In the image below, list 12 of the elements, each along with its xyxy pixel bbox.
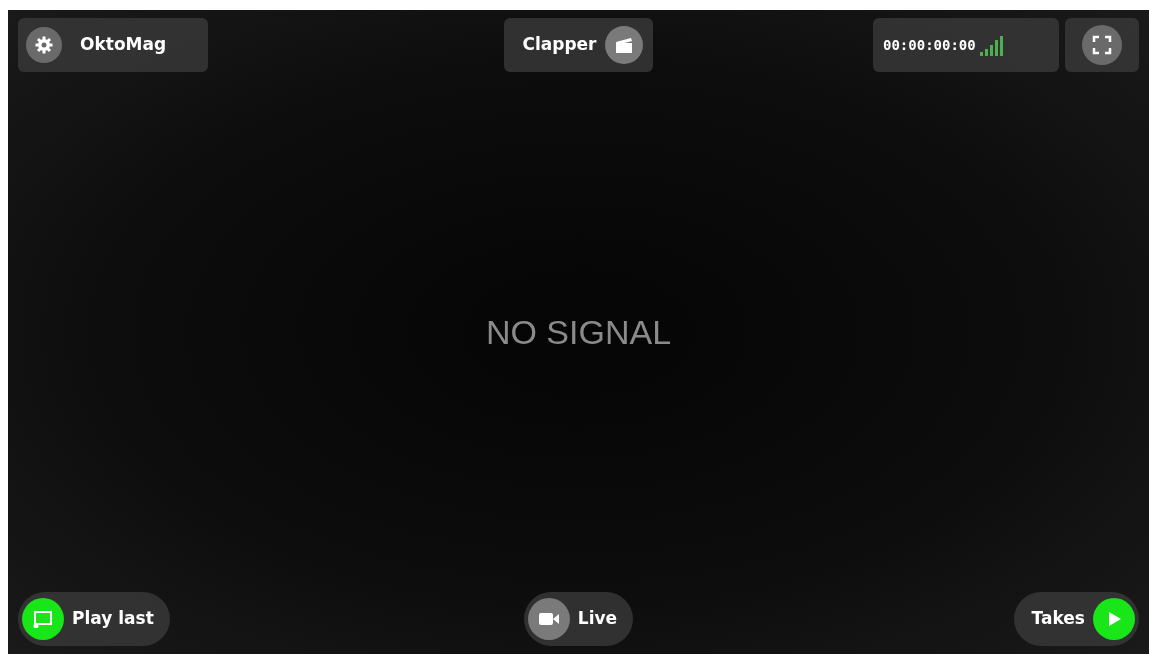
fullscreen-icon xyxy=(1082,25,1122,65)
signal-strength-icon xyxy=(979,34,1006,56)
clapperboard-icon xyxy=(604,26,643,64)
timecode: 00:00:00:00 xyxy=(883,35,976,55)
no-signal-message: NO SIGNAL xyxy=(485,311,672,353)
settings-icon xyxy=(26,27,62,63)
fullscreen-button[interactable] xyxy=(1065,18,1139,72)
takes-button[interactable]: Takes xyxy=(1013,592,1139,646)
clapper-button[interactable]: Clapper xyxy=(504,18,653,72)
play-last-button[interactable]: Play last xyxy=(18,592,170,646)
settings-button[interactable]: OktoMag xyxy=(18,18,208,72)
live-button[interactable]: Live xyxy=(523,592,634,646)
